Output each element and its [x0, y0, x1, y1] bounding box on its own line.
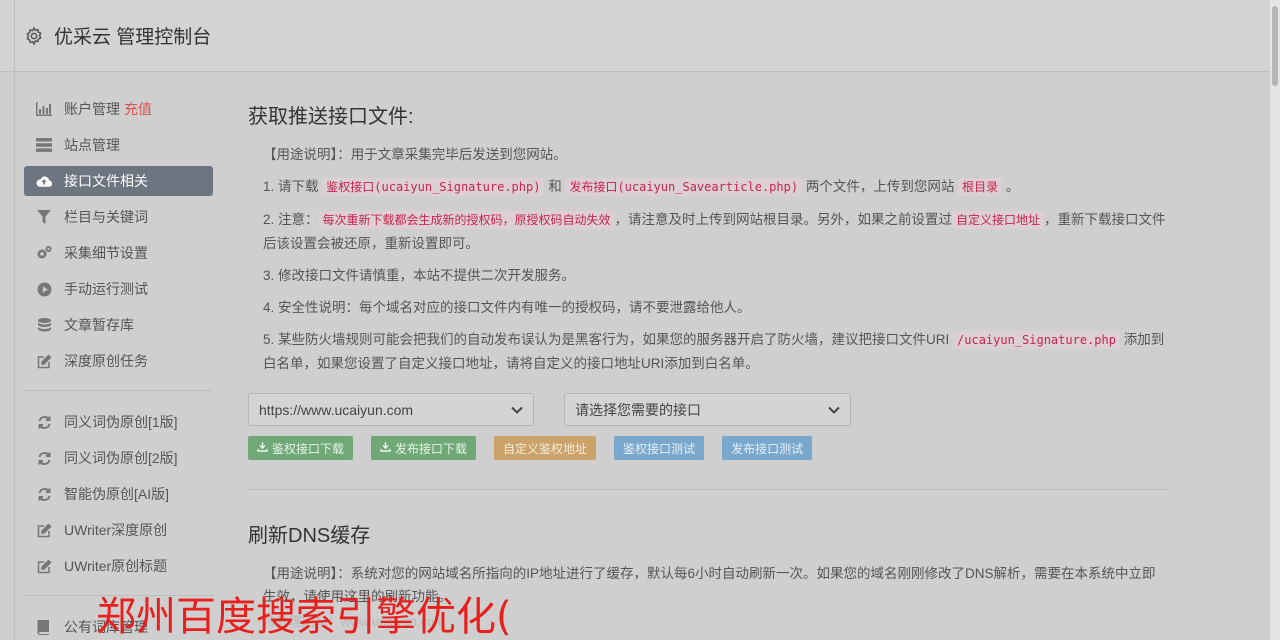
custom-auth-button[interactable]: 自定义鉴权地址	[494, 436, 597, 460]
filter-icon	[36, 209, 52, 225]
publish-download-button[interactable]: 发布接口下载	[371, 436, 477, 460]
sidebar-item-label: 账户管理	[64, 101, 120, 117]
chevron-down-icon	[828, 403, 840, 417]
refresh-icon	[36, 450, 52, 466]
sidebar-item-label: 栏目与关键词	[64, 209, 148, 225]
sidebar-item-label: 深度原创任务	[64, 353, 148, 369]
text: 5. 某些防火墙规则可能会把我们的自动发布误认为是黑客行为，如果您的服务器开启了…	[263, 332, 954, 347]
instruction-5: 5. 某些防火墙规则可能会把我们的自动发布误认为是黑客行为，如果您的服务器开启了…	[248, 328, 1168, 375]
text: 2. 注意：	[263, 212, 319, 227]
sidebar-item-synonym-v2[interactable]: 同义词伪原创[2版]	[24, 443, 213, 473]
button-label: 发布接口测试	[731, 441, 804, 456]
recharge-link[interactable]: 充值	[124, 99, 152, 119]
button-row: 鉴权接口下载 发布接口下载 自定义鉴权地址 鉴权接口测试 发布接口测试	[248, 436, 1168, 460]
sidebar-item-label: 同义词伪原创[2版]	[64, 450, 178, 466]
auth-test-button[interactable]: 鉴权接口测试	[614, 436, 705, 460]
button-label: 鉴权接口测试	[623, 441, 696, 456]
sidebar-item-label: 站点管理	[64, 137, 120, 153]
code-signature-uri: /ucaiyun_Signature.php	[953, 331, 1120, 349]
edit-icon	[36, 353, 52, 369]
server-icon	[36, 137, 52, 153]
sidebar-item-article-storage[interactable]: 文章暂存库	[24, 310, 213, 340]
api-select[interactable]: 请选择您需要的接口	[564, 393, 851, 426]
auth-download-button[interactable]: 鉴权接口下载	[248, 436, 354, 460]
code-custom-api-url: 自定义接口地址	[952, 211, 1045, 229]
play-circle-icon	[36, 281, 52, 297]
left-border	[14, 0, 15, 640]
sidebar-item-collect-settings[interactable]: 采集细节设置	[24, 238, 213, 268]
section-title-api-files: 获取推送接口文件:	[248, 106, 414, 128]
sidebar-item-uwriter-deep[interactable]: UWriter深度原创	[24, 515, 213, 545]
watermark-text: 郑州百度搜索引擎优化(	[96, 594, 512, 640]
code-new-auth-warning: 每次重新下载都会生成新的授权码，原授权码自动失效	[318, 211, 615, 229]
sidebar-item-columns-keywords[interactable]: 栏目与关键词	[24, 202, 213, 232]
section-divider	[248, 489, 1168, 490]
sidebar-item-sites[interactable]: 站点管理	[24, 130, 213, 160]
sidebar-item-label: 智能伪原创[AI版]	[64, 486, 170, 502]
code-publish-file: 发布接口(ucaiyun_Savearticle.php)	[565, 178, 803, 196]
chevron-down-icon	[511, 403, 523, 417]
download-icon	[257, 441, 268, 455]
sidebar: 账户管理 充值 站点管理 接口文件相关 栏目与关键词 采集细节设置 手动运行测试	[24, 94, 213, 640]
instruction-1: 1. 请下载 鉴权接口(ucaiyun_Signature.php) 和 发布接…	[248, 175, 1168, 199]
database-icon	[36, 317, 52, 333]
main-content: 获取推送接口文件: 【用途说明】：用于文章采集完毕后发送到您网站。 1. 请下载…	[248, 100, 1168, 617]
app-title: 优采云 管理控制台	[54, 27, 212, 48]
sidebar-item-api-files[interactable]: 接口文件相关	[24, 166, 213, 196]
text: 1. 请下载	[263, 179, 323, 194]
download-icon	[380, 441, 391, 455]
sidebar-item-label: UWriter深度原创	[64, 522, 168, 538]
sidebar-item-deep-original[interactable]: 深度原创任务	[24, 346, 213, 376]
instruction-2: 2. 注意： 每次重新下载都会生成新的授权码，原授权码自动失效 ，请注意及时上传到网…	[248, 208, 1168, 255]
select-row: https://www.ucaiyun.com 请选择您需要的接口	[248, 393, 1168, 426]
refresh-icon	[36, 414, 52, 430]
code-root-dir: 根目录	[958, 178, 1003, 196]
sidebar-item-ai-rewrite[interactable]: 智能伪原创[AI版]	[24, 479, 213, 509]
instruction-4: 4. 安全性说明：每个域名对应的接口文件内有唯一的授权码，请不要泄露给他人。	[263, 300, 751, 315]
sidebar-divider	[24, 390, 213, 391]
api-select-value: 请选择您需要的接口	[575, 401, 701, 418]
site-select-value: https://www.ucaiyun.com	[259, 401, 414, 418]
sidebar-item-label: 文章暂存库	[64, 317, 134, 333]
sidebar-item-label: 接口文件相关	[64, 173, 148, 189]
top-header: 优采云 管理控制台	[0, 0, 1270, 72]
book-icon	[36, 619, 52, 635]
sidebar-item-uwriter-title[interactable]: UWriter原创标题	[24, 551, 213, 581]
publish-test-button[interactable]: 发布接口测试	[722, 436, 813, 460]
cloud-upload-icon	[36, 173, 52, 189]
instruction-3: 3. 修改接口文件请慎重，本站不提供二次开发服务。	[263, 268, 576, 283]
usage-note: 【用途说明】：用于文章采集完毕后发送到您网站。	[263, 147, 567, 162]
sidebar-item-manual-run[interactable]: 手动运行测试	[24, 274, 213, 304]
button-label: 发布接口下载	[395, 441, 468, 456]
edit-icon	[36, 522, 52, 538]
bar-chart-icon	[36, 101, 52, 117]
scrollbar-thumb[interactable]	[1272, 6, 1278, 86]
scrollbar[interactable]	[1270, 0, 1280, 640]
site-select[interactable]: https://www.ucaiyun.com	[248, 393, 534, 426]
cogs-icon	[36, 245, 52, 261]
sidebar-item-label: 采集细节设置	[64, 245, 148, 261]
sidebar-item-label: 手动运行测试	[64, 281, 148, 297]
gear-icon	[26, 26, 42, 46]
sidebar-item-synonym-v1[interactable]: 同义词伪原创[1版]	[24, 407, 213, 437]
text: 两个文件，上传到您网站	[802, 179, 959, 194]
sidebar-item-label: UWriter原创标题	[64, 558, 168, 574]
button-label: 自定义鉴权地址	[503, 441, 588, 456]
text: ，请注意及时上传到网站根目录。另外，如果之前设置过	[614, 212, 953, 227]
section-title-dns: 刷新DNS缓存	[248, 525, 371, 547]
edit-icon	[36, 558, 52, 574]
code-auth-file: 鉴权接口(ucaiyun_Signature.php)	[322, 178, 545, 196]
text: 和	[544, 179, 566, 194]
sidebar-item-label: 同义词伪原创[1版]	[64, 414, 178, 430]
sidebar-item-account[interactable]: 账户管理 充值	[24, 94, 213, 124]
text: 。	[1002, 179, 1020, 194]
button-label: 鉴权接口下载	[272, 441, 345, 456]
refresh-icon	[36, 486, 52, 502]
